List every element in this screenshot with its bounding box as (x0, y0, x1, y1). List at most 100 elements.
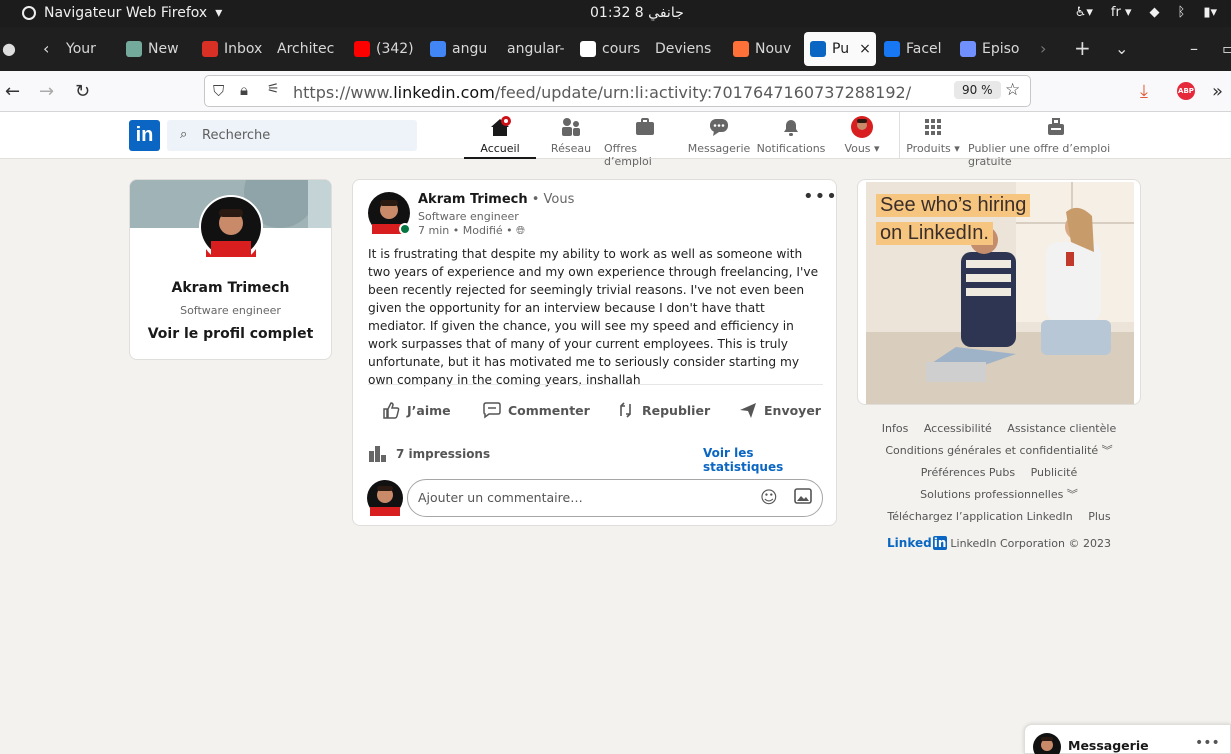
footer-link-more[interactable]: Plus (1088, 510, 1110, 523)
browser-tab[interactable]: (342) (354, 32, 414, 66)
permissions-icon[interactable]: ⚟ (267, 81, 280, 97)
browser-tab[interactable]: New (126, 32, 184, 66)
footer-link-help[interactable]: Assistance clientèle (1007, 422, 1116, 435)
maximize-icon[interactable]: ▭ (1222, 39, 1231, 58)
post-meta: 7 min • Modifié • 🌐︎ (418, 224, 525, 237)
nav-me[interactable]: Vous ▾ (838, 116, 886, 159)
tab-favicon-icon (733, 41, 749, 57)
messaging-avatar (1033, 733, 1061, 754)
browser-tab[interactable]: angu (430, 32, 490, 66)
nav-home[interactable]: Accueil (464, 116, 536, 159)
messaging-overlay[interactable]: Messagerie ••• (1024, 724, 1231, 754)
download-icon[interactable]: ⤓ (1140, 81, 1148, 102)
accessibility-icon[interactable]: ♿︎▾ (1075, 5, 1093, 20)
url-bar[interactable]: ⛉ 🔒︎ ⚟ https://www.linkedin.com/feed/upd… (204, 75, 1031, 107)
ad-card[interactable]: See who’s hiring on LinkedIn. (857, 179, 1141, 405)
profile-avatar[interactable] (199, 195, 263, 263)
tab-label: Episo (982, 41, 1020, 57)
url-text[interactable]: https://www.linkedin.com/feed/update/urn… (293, 83, 911, 102)
battery-icon[interactable]: ▮▾ (1203, 5, 1217, 20)
overflow-menu-icon[interactable]: » (1212, 81, 1223, 102)
back-icon[interactable]: ← (5, 81, 20, 102)
system-top-bar: Navigateur Web Firefox ▾ 01:32 جانفي 8 ♿… (0, 0, 1231, 27)
footer-link-terms[interactable]: Conditions générales et confidentialité … (885, 444, 1112, 457)
footer-row-3: Préférences Pubs Publicité (857, 464, 1141, 486)
bell-icon (780, 116, 802, 138)
footer-link-infos[interactable]: Infos (882, 422, 909, 435)
bookmark-star-icon[interactable]: ☆ (1005, 80, 1020, 100)
browser-tab[interactable]: Inbox (202, 32, 262, 66)
linkedin-logo[interactable]: in (129, 120, 160, 151)
comment-placeholder: Ajouter un commentaire… (418, 490, 583, 505)
lock-icon[interactable]: 🔒︎ (240, 81, 248, 99)
close-tab-icon[interactable]: × (859, 41, 871, 57)
tab-label: Facel (906, 41, 942, 57)
app-menu[interactable]: Navigateur Web Firefox ▾ (22, 5, 222, 21)
messaging-more-icon[interactable]: ••• (1195, 735, 1220, 751)
browser-tab[interactable]: Facel (884, 32, 944, 66)
shield-icon[interactable]: ⛉ (213, 82, 224, 100)
image-icon[interactable] (794, 488, 812, 508)
tab-label: cours (602, 41, 640, 57)
browser-tab[interactable]: angular- (507, 32, 567, 66)
tab-label: angu (452, 41, 488, 57)
view-full-profile-link[interactable]: Voir le profil complet (130, 326, 331, 342)
view-stats-link[interactable]: Voir les statistiques (703, 446, 836, 474)
list-all-tabs-icon[interactable]: ⌄ (1115, 39, 1128, 58)
tab-favicon-icon (960, 41, 976, 57)
footer-row-1: Infos Accessibilité Assistance clientèle (857, 420, 1141, 442)
nav-products[interactable]: Produits ▾ (904, 116, 962, 159)
zoom-indicator[interactable]: 90 % (954, 81, 1001, 99)
reload-icon[interactable]: ↻ (75, 81, 90, 102)
browser-tab[interactable]: Architec (277, 32, 337, 66)
footer-link-app[interactable]: Téléchargez l’application LinkedIn (887, 510, 1072, 523)
footer-link-advertising[interactable]: Publicité (1031, 466, 1078, 479)
adblock-icon[interactable]: ABP (1177, 82, 1195, 100)
bluetooth-icon[interactable]: ᛒ (1178, 5, 1186, 20)
browser-tab[interactable]: Episo (960, 32, 1020, 66)
tab-scroll-left-icon[interactable]: ‹ (43, 39, 49, 58)
clock[interactable]: 01:32 جانفي 8 (590, 5, 684, 21)
like-button[interactable]: J’aime (381, 400, 451, 420)
forward-icon[interactable]: → (39, 81, 54, 102)
nav-notifications[interactable]: Notifications (755, 116, 827, 159)
search-input[interactable]: ⌕ Recherche (167, 120, 417, 151)
briefcase-plus-icon (1045, 116, 1067, 138)
ad-headline-line-2: on LinkedIn. (876, 222, 993, 245)
new-tab-icon[interactable]: + (1074, 36, 1091, 60)
tab-scroll-right-icon[interactable]: › (1040, 39, 1046, 58)
browser-tab[interactable]: Your (66, 32, 106, 66)
send-button[interactable]: Envoyer (738, 400, 821, 420)
profile-name[interactable]: Akram Trimech (130, 280, 331, 296)
tab-label: Pu (832, 41, 850, 57)
more-options-icon[interactable]: ••• (803, 186, 838, 207)
people-icon (560, 116, 582, 138)
comment-input[interactable]: Ajouter un commentaire… ☺ (407, 479, 823, 517)
language-indicator[interactable]: fr ▾ (1111, 5, 1132, 20)
repost-icon (620, 402, 631, 418)
firefox-view-icon[interactable]: ● (2, 39, 16, 58)
nav-messaging[interactable]: Messagerie (688, 116, 750, 159)
comment-icon (483, 402, 501, 419)
footer-link-business[interactable]: Solutions professionnelles ︾ (920, 488, 1078, 501)
post-author-name[interactable]: Akram Trimech • Vous (418, 192, 574, 207)
online-status-dot (399, 223, 411, 235)
browser-tab[interactable]: Nouv (733, 32, 793, 66)
emoji-icon[interactable]: ☺ (760, 488, 778, 508)
nav-post-job[interactable]: Publier une offre d’emploi gratuite (968, 116, 1143, 168)
bar-chart-icon (369, 446, 386, 462)
footer-link-ad-preferences[interactable]: Préférences Pubs (921, 466, 1015, 479)
nav-jobs[interactable]: Offres d’emploi (604, 116, 686, 168)
repost-button[interactable]: Republier (616, 400, 710, 420)
nav-network[interactable]: Réseau (542, 116, 600, 159)
comment-button[interactable]: Commenter (482, 400, 590, 420)
browser-tab[interactable]: cours (580, 32, 640, 66)
impressions-count[interactable]: 7 impressions (368, 446, 490, 462)
browser-tab[interactable]: Deviens (655, 32, 715, 66)
wifi-icon[interactable]: ◆ (1150, 5, 1160, 20)
browser-tab[interactable]: Pu × (804, 32, 876, 66)
post-author-title: Software engineer (418, 210, 519, 223)
footer-link-accessibility[interactable]: Accessibilité (924, 422, 992, 435)
footer-row-5: Téléchargez l’application LinkedIn Plus (857, 508, 1141, 530)
minimize-icon[interactable]: – (1190, 39, 1198, 58)
